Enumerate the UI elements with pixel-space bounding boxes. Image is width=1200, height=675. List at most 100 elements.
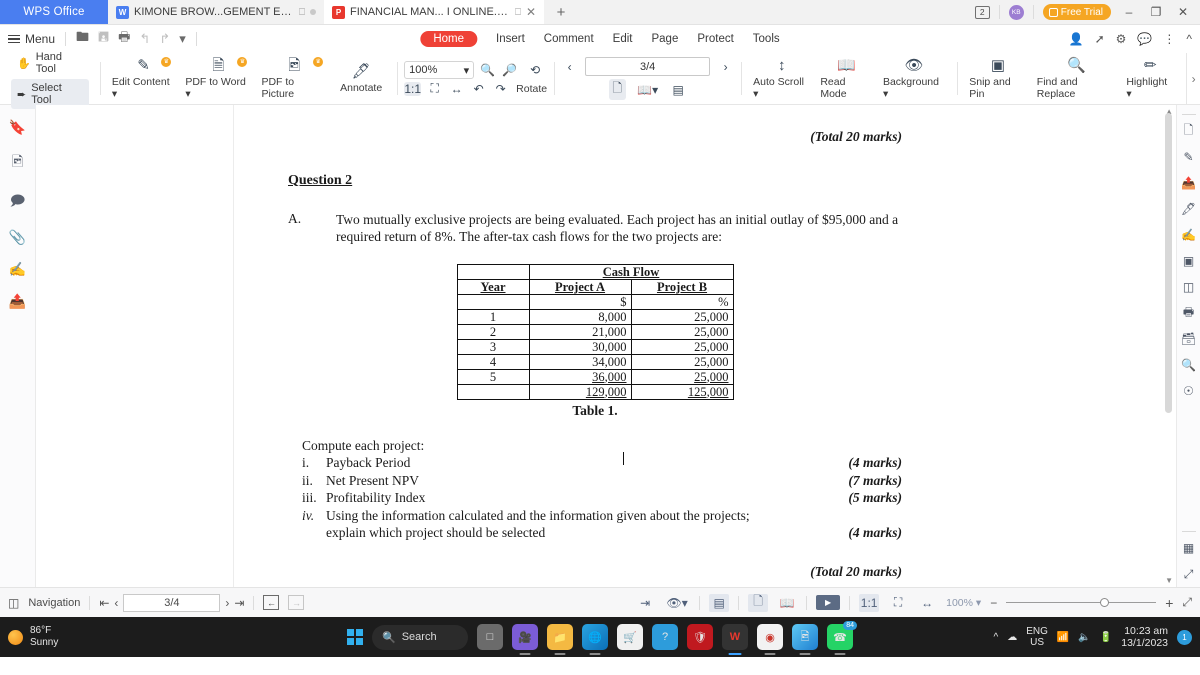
eye-protection-icon[interactable]: 👁▾ [664, 594, 690, 612]
tab-comment[interactable]: Comment [544, 33, 594, 45]
hand-tool-button[interactable]: ✋ Hand Tool [11, 48, 89, 78]
photos-icon[interactable]: 🖻 [792, 624, 818, 655]
meet-icon[interactable]: 🎥 [512, 624, 538, 655]
next-page-icon[interactable]: › [717, 60, 734, 74]
find-and-replace-button[interactable]: 🔍 Find and Replace [1032, 55, 1122, 103]
document-scrollbar-area[interactable]: ▲ ▼ [1156, 105, 1176, 587]
tab-insert[interactable]: Insert [496, 33, 525, 45]
pdf-to-word-button[interactable]: 🗎 ♛ PDF to Word ▾ [180, 55, 256, 103]
signature-icon[interactable]: ✍ [9, 261, 26, 278]
continuous-scroll-status-icon[interactable]: ▤ [709, 593, 730, 612]
open-documents-count[interactable]: 2 [974, 5, 990, 19]
help-icon[interactable]: ? [652, 624, 678, 650]
fullscreen-icon[interactable]: ⤢ [1184, 561, 1194, 587]
save-icon[interactable]: 🖪 [98, 28, 109, 50]
weather-widget[interactable]: 86°F Sunny [8, 625, 58, 649]
print-icon[interactable]: 🖶 [1183, 300, 1194, 326]
redo-icon[interactable]: ↱ [159, 31, 170, 47]
first-page-icon[interactable]: ⇤ [99, 596, 109, 610]
microsoft-store-icon[interactable]: 🛒 [617, 624, 643, 650]
toolbar-overflow-button[interactable]: › [1186, 53, 1200, 104]
zoom-slider[interactable] [1006, 597, 1157, 609]
pdf-to-picture-button[interactable]: 🖻 ♛ PDF to Picture [256, 55, 332, 103]
tab-protect[interactable]: Protect [697, 33, 733, 45]
fullscreen-status-icon[interactable]: ⤢ [1182, 595, 1192, 610]
continuous-scroll-icon[interactable]: ▤ [670, 83, 687, 97]
facing-pages-view-icon[interactable]: 📖▾ [635, 83, 661, 97]
task-view-icon[interactable]: □ [477, 624, 503, 650]
export-icon[interactable]: 📤 [9, 293, 26, 310]
page-number-input[interactable]: 3/4 [585, 57, 711, 76]
customize-icon[interactable]: ▾ [179, 31, 186, 47]
onedrive-icon[interactable]: ☁ [1007, 632, 1017, 643]
notification-badge[interactable]: 1 [1177, 629, 1192, 645]
annotate-button[interactable]: 🖋 Annotate [332, 61, 390, 97]
open-folder-icon[interactable]: 🖿 [76, 28, 89, 50]
background-button[interactable]: 👁 Background ▾ [878, 55, 950, 103]
single-page-view-icon[interactable]: 🗋 [608, 79, 626, 100]
mcafee-icon[interactable]: 🛡 [687, 624, 713, 650]
restore-button[interactable]: ❐ [1147, 5, 1165, 19]
file-explorer-icon[interactable]: 📁 [547, 624, 573, 655]
split-icon[interactable]: ◫ [1183, 274, 1194, 300]
actual-size-status-icon[interactable]: 1:1 [859, 593, 880, 612]
last-page-icon[interactable]: ⇥ [234, 596, 244, 610]
tab-close-icon[interactable]: ✕ [526, 6, 536, 18]
edit-page-icon[interactable]: ✎ [1183, 144, 1193, 170]
help-icon[interactable]: ☉ [1183, 378, 1194, 404]
tab-edit[interactable]: Edit [613, 33, 633, 45]
bookmark-icon[interactable]: 🔖 [9, 119, 26, 136]
rotate-page-icon[interactable]: ⟲ [523, 63, 547, 77]
sign-status-icon[interactable]: ⇥ [635, 594, 655, 612]
fit-page-status-icon[interactable]: ⛶ [888, 594, 908, 612]
fit-width-status-icon[interactable]: ↔ [917, 594, 937, 612]
crop-icon[interactable]: ▣ [1183, 248, 1194, 274]
comment-icon[interactable]: 🗩 [10, 190, 26, 214]
single-page-status-icon[interactable]: 🗋 [748, 593, 769, 612]
chrome-icon[interactable]: ◉ [757, 624, 783, 655]
page-number-status-input[interactable]: 3/4 [123, 593, 221, 612]
tab-preview-icon[interactable]: ⎕ [299, 7, 305, 18]
vertical-scrollbar[interactable] [1165, 113, 1172, 413]
zoom-out-button[interactable]: − [990, 596, 997, 610]
next-page-icon[interactable]: › [225, 596, 229, 610]
tab-preview-icon[interactable]: ⎕ [515, 7, 521, 18]
slideshow-play-icon[interactable]: ▶ [816, 595, 841, 610]
zoom-slider-knob[interactable] [1100, 598, 1110, 607]
tab-pdf-document[interactable]: P FINANCIAL MAN... I ONLINE.pdf ⎕ ✕ [324, 0, 545, 24]
forward-icon[interactable]: → [288, 595, 305, 610]
taskbar-search[interactable]: 🔍 Search [372, 624, 468, 650]
clock[interactable]: 10:23 am 13/1/2023 [1121, 625, 1168, 649]
collapse-ribbon-icon[interactable]: ^ [1186, 32, 1192, 46]
rotate-left-icon[interactable]: ↶ [470, 82, 487, 96]
rotate-right-icon[interactable]: ↷ [492, 82, 509, 96]
main-menu-button[interactable]: Menu [8, 32, 55, 46]
sign-icon[interactable]: ✍ [1181, 222, 1196, 248]
compress-icon[interactable]: 🗃 [1181, 326, 1196, 352]
battery-icon[interactable]: 🔋 [1100, 632, 1112, 643]
print-icon[interactable]: 🖶 [118, 28, 130, 50]
undo-icon[interactable]: ↰ [139, 31, 150, 47]
extract-page-icon[interactable]: 📤 [1181, 170, 1196, 196]
annotate-page-icon[interactable]: 🖋 [1181, 196, 1196, 222]
settings-icon[interactable]: ⚙ [1116, 32, 1127, 46]
facing-pages-status-icon[interactable]: 📖 [777, 594, 797, 612]
snip-and-pin-button[interactable]: ▣ Snip and Pin [964, 55, 1032, 103]
avatar[interactable]: KB [1008, 4, 1024, 20]
feedback-icon[interactable]: 💬 [1137, 32, 1152, 46]
navigation-panel-icon[interactable]: ◫ [8, 596, 19, 610]
document-canvas[interactable]: (Total 20 marks) Question 2 A. Two mutua… [36, 105, 1176, 587]
close-button[interactable]: ✕ [1174, 5, 1192, 19]
volume-icon[interactable]: 🔈 [1078, 632, 1090, 643]
highlight-button[interactable]: ✏ Highlight ▾ [1121, 55, 1179, 103]
language-indicator[interactable]: ENG US [1026, 626, 1048, 648]
ocr-icon[interactable]: 🔍 [1181, 352, 1196, 378]
thumbnail-icon[interactable]: 🖻 [12, 151, 23, 175]
edge-icon[interactable]: 🌐 [582, 624, 608, 655]
wps-office-icon[interactable]: W [722, 624, 748, 655]
share-user-icon[interactable]: 👤 [1069, 32, 1084, 46]
free-trial-button[interactable]: Free Trial [1042, 4, 1111, 20]
zoom-in-button[interactable]: + [1165, 595, 1173, 611]
previous-page-icon[interactable]: ‹ [561, 60, 578, 74]
tab-tools[interactable]: Tools [753, 33, 780, 45]
